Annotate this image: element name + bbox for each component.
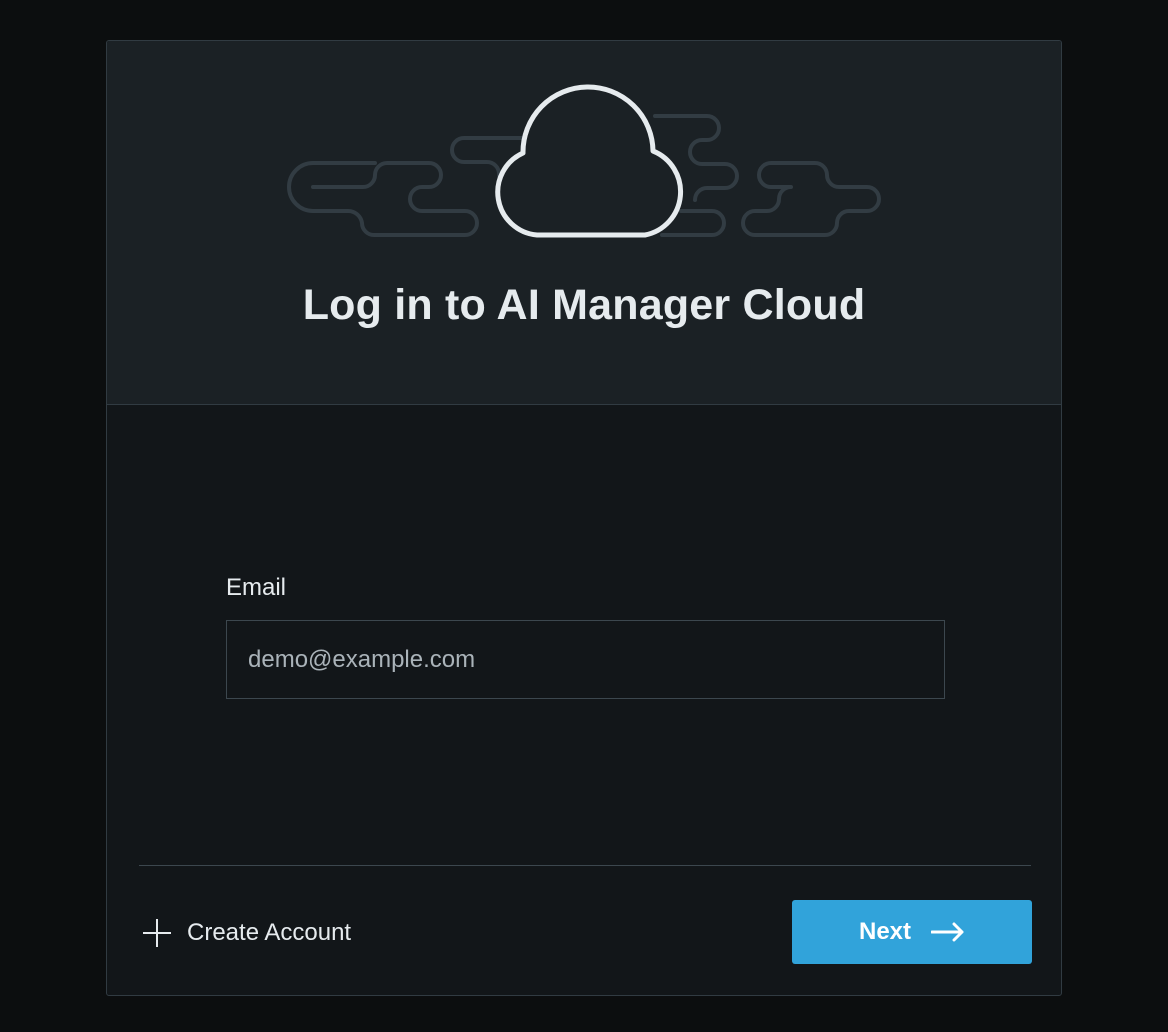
arrow-right-icon (931, 922, 964, 942)
email-label: Email (226, 574, 287, 601)
create-account-label: Create Account (187, 919, 352, 946)
next-button[interactable]: Next (792, 900, 1032, 964)
plus-icon (143, 919, 171, 947)
page-title: Log in to AI Manager Cloud (302, 281, 866, 329)
cloud-hero-illustration (287, 84, 881, 238)
card-header: Log in to AI Manager Cloud (107, 41, 1061, 405)
create-account-link[interactable]: Create Account (141, 915, 351, 951)
email-input[interactable] (226, 620, 945, 699)
footer-divider (139, 865, 1031, 866)
login-card: Log in to AI Manager Cloud Email Create … (106, 40, 1062, 996)
next-button-label: Next (858, 918, 912, 945)
cloud-icon (495, 84, 684, 238)
